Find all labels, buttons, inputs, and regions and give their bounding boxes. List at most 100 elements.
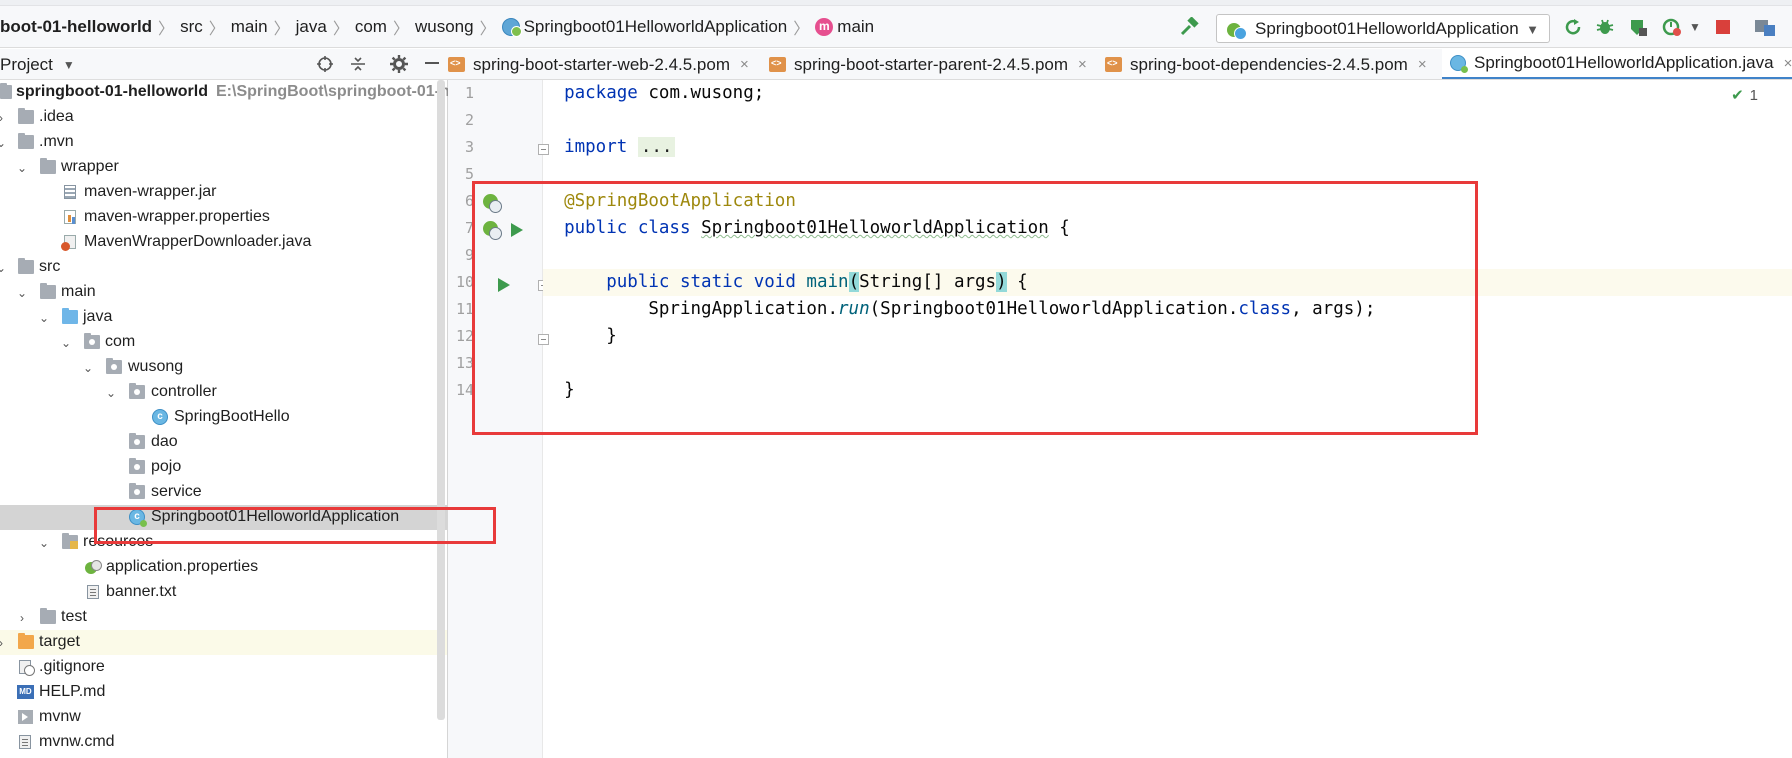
breadcrumb: boot-01-helloworld 〉 src 〉 main 〉 java 〉… [0,15,874,39]
project-structure-icon[interactable] [1754,16,1776,38]
tree-item-label: banner.txt [106,583,177,600]
tab-spring-boot-dependencies-pom[interactable]: spring-boot-dependencies-2.4.5.pom × [1105,49,1427,79]
tab-label: spring-boot-starter-web-2.4.5.pom [473,54,731,74]
folder-icon [18,108,34,124]
breadcrumb-class[interactable]: Springboot01HelloworldApplication [501,17,787,37]
breadcrumb-main[interactable]: main [231,17,268,37]
tree-item-test[interactable]: › test [0,605,447,630]
chevron-down-icon[interactable]: ⌄ [37,311,51,325]
shell-file-icon [18,710,33,724]
close-icon[interactable]: × [1784,55,1792,72]
tree-item-label: com [105,333,136,350]
breadcrumb-project[interactable]: boot-01-helloworld [0,17,152,37]
chevron-down-icon[interactable]: ⌄ [81,361,95,375]
tab-spring-boot-starter-web-pom[interactable]: spring-boot-starter-web-2.4.5.pom × [448,49,749,79]
breadcrumb-com[interactable]: com [355,17,387,37]
chevron-down-icon[interactable]: ⌄ [59,336,73,350]
tree-item-label: .mvn [39,133,74,150]
spring-boot-icon [1227,21,1247,40]
file-highlight-box [94,507,496,544]
run-configuration-dropdown[interactable]: Springboot01HelloworldApplication ▼ [1216,14,1550,43]
tree-item-mvn[interactable]: ⌄ .mvn [0,130,447,155]
line-number: 14 [455,381,474,399]
java-file-icon [61,235,76,251]
tree-item-application-properties[interactable]: application.properties [0,555,447,580]
tree-item-maven-wrapper-properties[interactable]: maven-wrapper.properties [0,205,447,230]
close-icon[interactable]: × [1078,56,1087,73]
tree-item-project-root[interactable]: springboot-01-helloworld E:\SpringBoot\sp… [0,80,459,105]
profile-icon[interactable] [1661,16,1683,38]
chevron-down-icon[interactable]: ⌄ [104,386,118,400]
collapse-all-icon[interactable] [348,55,368,75]
breadcrumb-method[interactable]: m main [815,17,874,37]
breadcrumb-separator-icon: 〉 [208,21,225,38]
tree-item-label: maven-wrapper.properties [84,208,270,225]
tab-spring-boot-starter-parent-pom[interactable]: spring-boot-starter-parent-2.4.5.pom × [769,49,1087,79]
tree-item-help-md[interactable]: MD HELP.md [0,680,447,705]
settings-gear-icon[interactable] [389,55,409,75]
tree-item-idea[interactable]: › .idea [0,105,447,130]
chevron-down-icon[interactable]: ⌄ [37,536,51,550]
close-icon[interactable]: × [740,56,749,73]
close-icon[interactable]: × [1418,56,1427,73]
tree-item-src[interactable]: ⌄ src [0,255,447,280]
tree-item-com[interactable]: ⌄ com [0,330,447,355]
line-number: 7 [464,219,474,237]
tree-item-label: wrapper [61,158,119,175]
chevron-down-icon[interactable]: ▼ [1684,16,1706,38]
resources-folder-icon [62,533,78,549]
tree-item-java[interactable]: ⌄ java [0,305,447,330]
stop-icon[interactable] [1712,16,1734,38]
chevron-right-icon[interactable]: › [0,636,8,650]
project-tool-window: Project ▼ springboot-01-helloworld E:\Spr… [0,49,459,758]
tree-item-gitignore[interactable]: .gitignore [0,655,447,680]
package-icon [129,433,145,449]
rerun-icon[interactable] [1562,16,1584,38]
chevron-down-icon[interactable]: ⌄ [0,136,8,150]
run-with-coverage-icon[interactable] [1627,16,1649,38]
tree-item-springboothello[interactable]: c SpringBootHello [0,405,447,430]
tab-springboot01helloworldapplication-java[interactable]: Springboot01HelloworldApplication.java × [1442,49,1792,79]
folded-imports[interactable]: ... [637,137,676,157]
tree-item-mvnw-cmd[interactable]: mvnw.cmd [0,730,447,755]
folder-icon [40,608,56,624]
breadcrumb-src[interactable]: src [180,17,203,37]
debug-icon[interactable] [1594,16,1616,38]
package-icon [129,458,145,474]
tree-item-wusong[interactable]: ⌄ wusong [0,355,447,380]
project-view-selector[interactable]: Project ▼ [0,55,75,75]
minimize-icon[interactable] [422,55,442,75]
tree-item-service[interactable]: service [0,480,447,505]
tree-item-label: maven-wrapper.jar [84,183,217,200]
chevron-down-icon[interactable]: ⌄ [0,261,8,275]
tree-item-main[interactable]: ⌄ main [0,280,447,305]
code-line[interactable]: package com.wusong; [543,80,1792,107]
chevron-down-icon[interactable]: ⌄ [15,161,29,175]
tree-item-mvnw[interactable]: mvnw [0,705,447,730]
tree-item-banner-txt[interactable]: banner.txt [0,580,447,605]
locate-icon[interactable] [315,55,335,75]
hammer-build-icon[interactable] [1178,16,1200,38]
tree-item-label: mvnw.cmd [39,733,115,750]
chevron-right-icon[interactable]: › [0,111,8,125]
chevron-down-icon[interactable]: ⌄ [15,286,29,300]
tree-item-label: .gitignore [39,658,105,675]
pom-icon [448,57,465,72]
project-scrollbar[interactable] [437,80,445,720]
tree-item-maven-wrapper-jar[interactable]: maven-wrapper.jar [0,180,447,205]
chevron-right-icon[interactable]: › [15,611,29,625]
tree-item-target[interactable]: › target [0,630,447,655]
tree-item-maven-wrapper-downloader[interactable]: MavenWrapperDownloader.java [0,230,447,255]
line-number: 1 [464,84,474,102]
breadcrumb-java[interactable]: java [296,17,327,37]
folder-icon [40,158,56,174]
tree-item-wrapper[interactable]: ⌄ wrapper [0,155,447,180]
excluded-folder-icon [18,633,34,649]
tree-item-pojo[interactable]: pojo [0,455,447,480]
code-line[interactable]: import ... [543,134,1792,161]
breadcrumb-wusong[interactable]: wusong [415,17,474,37]
tree-item-dao[interactable]: dao [0,430,447,455]
folder-icon [18,133,34,149]
tree-item-controller[interactable]: ⌄ controller [0,380,447,405]
chevron-down-icon: ▼ [62,58,75,72]
